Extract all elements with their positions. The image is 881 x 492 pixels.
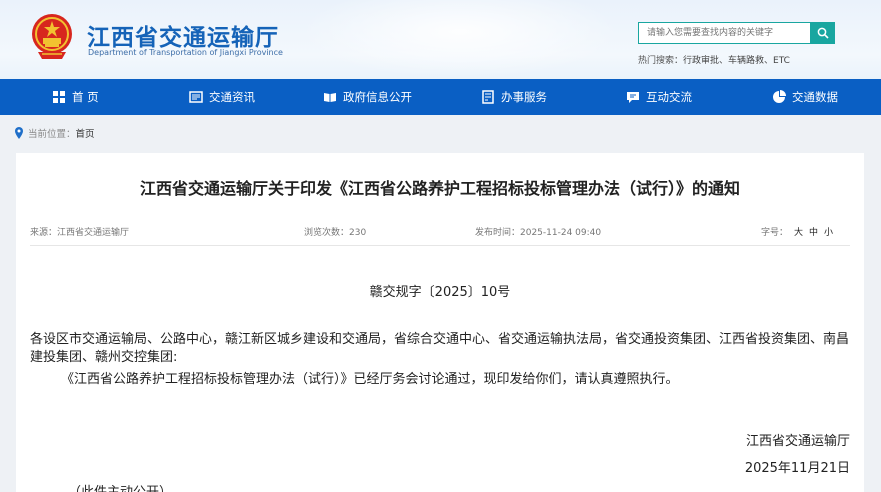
main-nav: 首 页 交通资讯 政府信息公开 办事服务 互动交流 交通数据 [0,79,881,115]
nav-item-home[interactable]: 首 页 [52,79,99,115]
signature-org: 江西省交通运输厅 [745,434,850,449]
document-number: 赣交规字〔2025〕10号 [369,285,511,300]
breadcrumb-home-link[interactable]: 首页 [76,126,95,140]
search-input[interactable] [638,22,811,44]
nav-label: 办事服务 [501,90,547,104]
nav-item-data[interactable]: 交通数据 [772,79,838,115]
nav-label: 交通资讯 [209,90,255,104]
body-paragraph: 《江西省公路养护工程招标投标管理办法（试行）》已经厅务会讨论通过，现印发给你们，… [61,372,679,387]
nav-item-gov-info[interactable]: 政府信息公开 [323,79,412,115]
breadcrumb-label: 当前位置： [28,129,76,140]
nav-label: 政府信息公开 [343,90,412,104]
nav-label: 交通数据 [792,90,838,104]
site-header: 江西省交通运输厅 Department of Transportation of… [0,0,881,79]
nav-item-service[interactable]: 办事服务 [481,79,547,115]
chat-icon [627,92,639,103]
hot-search-terms[interactable]: 行政审批、车辆路救、ETC [683,56,790,66]
article-card: 江西省交通运输厅关于印发《江西省公路养护工程招标投标管理办法（试行）》的通知 来… [16,153,864,492]
font-size-switcher: 字号： 大中小 [761,225,833,238]
pie-chart-icon [773,90,786,103]
font-size-small-button[interactable]: 小 [824,228,833,238]
hot-search: 热门搜索：行政审批、车辆路救、ETC [638,53,790,66]
article-published: 发布时间：2025-11-24 09:40 [475,228,602,238]
font-size-large-button[interactable]: 大 [794,228,803,238]
article-views: 浏览次数：230 [304,228,367,238]
signature-date: 2025年11月21日 [744,461,850,476]
disclosure-note: （此件主动公开） [68,481,172,492]
font-size-medium-button[interactable]: 中 [809,228,818,238]
header-decoration [300,0,620,79]
national-emblem-icon[interactable] [30,12,74,62]
service-icon [482,90,494,104]
home-icon [53,91,65,103]
news-icon [189,91,203,103]
hot-search-label: 热门搜索： [638,56,684,66]
meta-divider [30,245,850,246]
nav-item-news[interactable]: 交通资讯 [189,79,255,115]
nav-label: 互动交流 [646,90,692,104]
search-icon [817,27,829,39]
site-subtitle: Department of Transportation of Jiangxi … [88,48,283,57]
breadcrumb: 当前位置： 首页 [14,126,95,140]
site-title[interactable]: 江西省交通运输厅 [87,18,279,52]
article-title: 江西省交通运输厅关于印发《江西省公路养护工程招标投标管理办法（试行）》的通知 [139,179,740,198]
nav-item-interaction[interactable]: 互动交流 [626,79,692,115]
book-icon [324,93,336,102]
search-button[interactable] [811,22,835,44]
article-source: 来源：江西省交通运输厅 [30,228,130,238]
nav-label: 首 页 [72,90,99,104]
recipients-paragraph: 各设区市交通运输局、公路中心，赣江新区城乡建设和交通局，省综合交通中心、省交通运… [30,332,850,365]
location-pin-icon [15,127,23,139]
font-size-label: 字号： [761,228,789,238]
